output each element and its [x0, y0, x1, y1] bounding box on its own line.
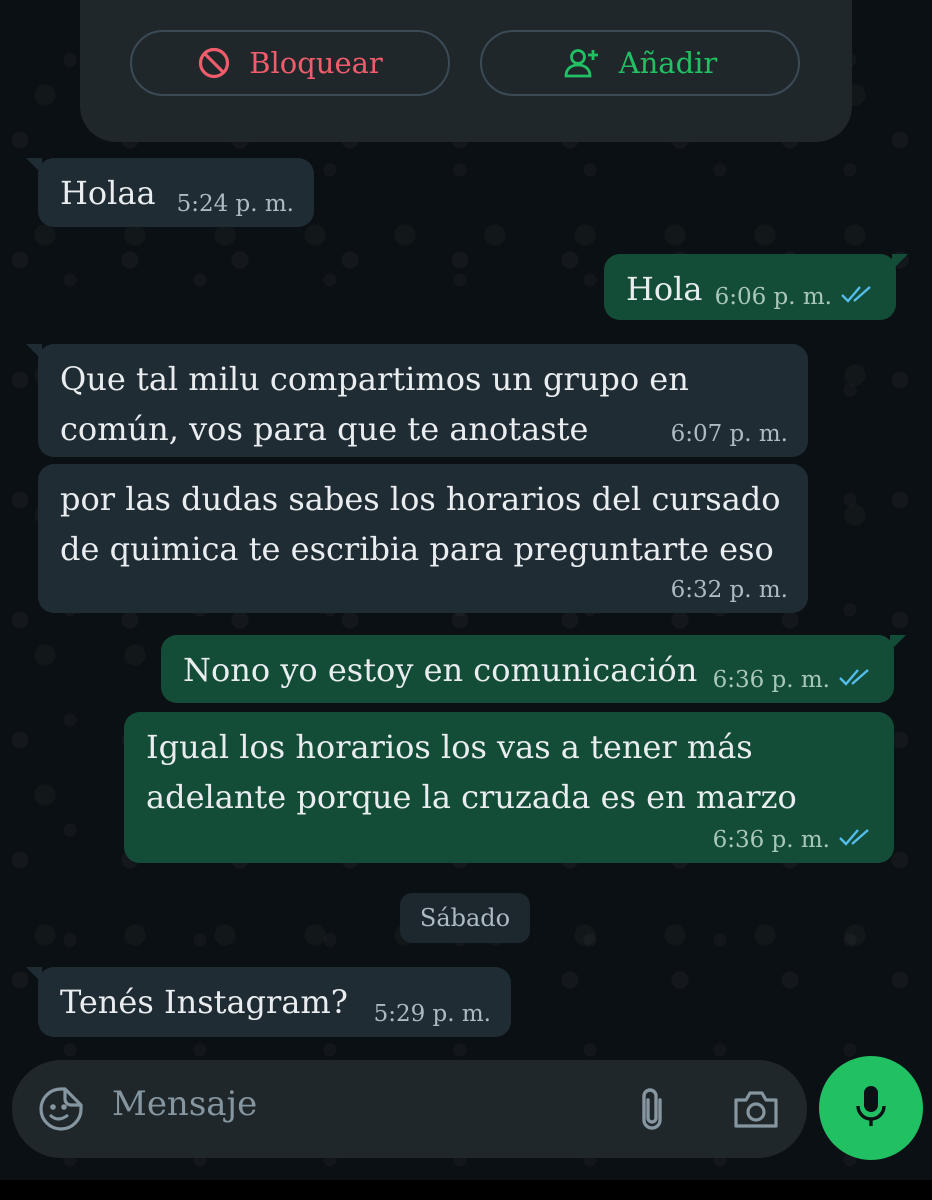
double-check-icon [838, 827, 874, 853]
bubble-tail [892, 254, 908, 270]
message-text: por las dudas sabes los horarios del cur… [60, 480, 781, 568]
bubble-tail [26, 344, 42, 360]
message-time: 5:24 p. m. [176, 191, 294, 217]
block-label: Bloquear [249, 46, 383, 80]
bubble-tail [26, 967, 42, 983]
day-separator: Sábado [400, 893, 530, 943]
message-input[interactable]: Mensaje [112, 1084, 257, 1124]
system-nav-bar [0, 1180, 932, 1200]
message-bubble-incoming[interactable]: por las dudas sabes los horarios del cur… [38, 464, 808, 613]
message-time: 6:36 p. m. [712, 827, 830, 853]
message-bubble-outgoing[interactable]: Igual los horarios los vas a tener más a… [124, 712, 894, 863]
message-time: 6:36 p. m. [712, 667, 830, 693]
camera-icon[interactable] [732, 1088, 780, 1134]
message-meta: 6:06 p. m. [715, 284, 876, 310]
voice-record-button[interactable] [819, 1056, 923, 1160]
message-bubble-incoming[interactable]: Tenés Instagram? 5:29 p. m. [26, 967, 511, 1037]
sticker-emoji-icon[interactable] [38, 1086, 84, 1136]
message-time: 6:06 p. m. [714, 284, 832, 310]
message-text: Que tal milu compartimos un grupo en com… [60, 360, 689, 448]
message-time: 6:07 p. m. [670, 421, 788, 447]
message-meta: 6:36 p. m. [713, 667, 874, 693]
block-icon [197, 46, 231, 80]
double-check-icon [840, 284, 876, 310]
double-check-icon [838, 667, 874, 693]
message-time: 6:32 p. m. [670, 577, 788, 603]
add-contact-icon [563, 47, 601, 79]
message-bubble-outgoing[interactable]: Hola 6:06 p. m. [604, 254, 908, 320]
message-bubble-incoming[interactable]: Holaa 5:24 p. m. [26, 158, 314, 227]
bubble-tail [890, 635, 906, 651]
block-button[interactable]: Bloquear [130, 30, 450, 96]
message-meta: 6:36 p. m. [713, 827, 874, 853]
message-bubble-incoming[interactable]: Que tal milu compartimos un grupo en com… [26, 344, 808, 457]
message-text: Igual los horarios los vas a tener más a… [146, 728, 797, 816]
attach-icon[interactable] [634, 1086, 670, 1138]
message-composer: Mensaje [12, 1060, 807, 1158]
mic-icon [854, 1084, 888, 1132]
add-label: Añadir [618, 46, 718, 80]
message-bubble-outgoing[interactable]: Nono yo estoy en comunicación 6:36 p. m. [161, 635, 906, 703]
bubble-tail [26, 158, 42, 174]
message-time: 5:29 p. m. [373, 1001, 491, 1027]
add-contact-button[interactable]: Añadir [480, 30, 800, 96]
